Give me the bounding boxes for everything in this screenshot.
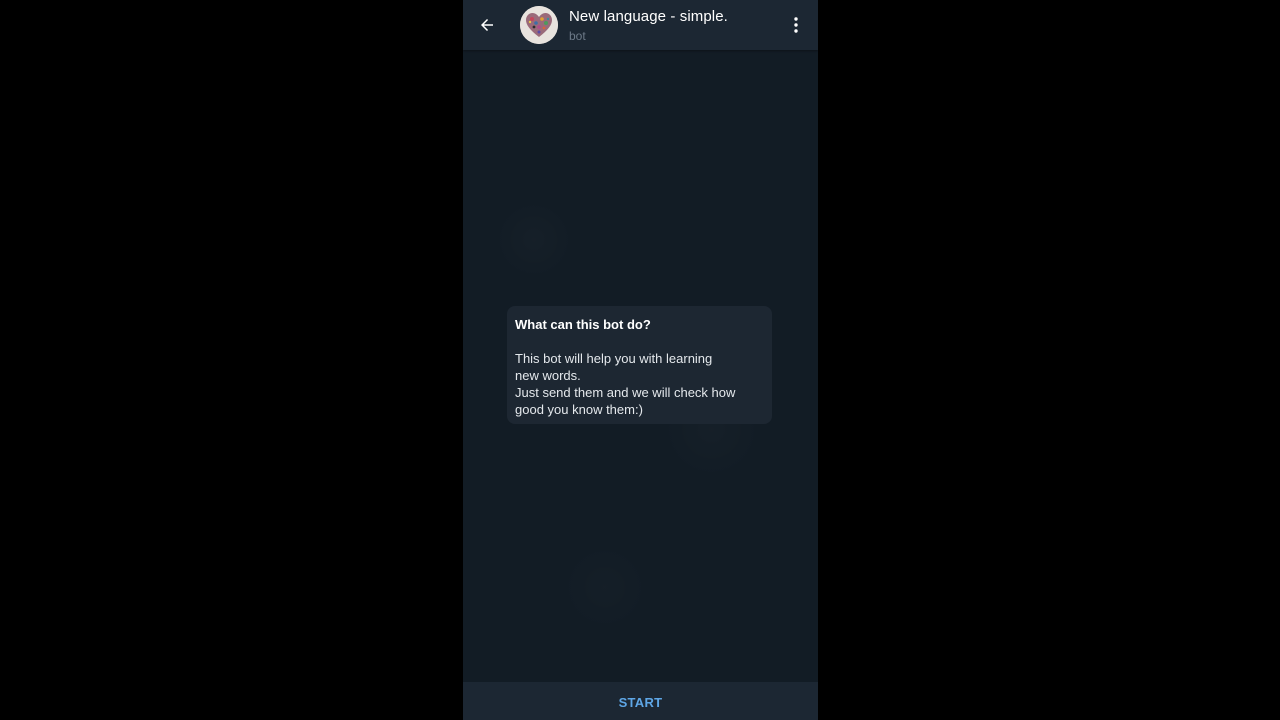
bot-info-card: What can this bot do? This bot will help… <box>507 306 772 424</box>
phone-screen: New language - simple. bot What can this… <box>463 0 818 720</box>
back-button[interactable] <box>475 13 499 37</box>
menu-button[interactable] <box>785 14 807 36</box>
chat-header: New language - simple. bot <box>463 0 818 50</box>
start-button-label: START <box>618 694 663 710</box>
start-button[interactable]: START <box>463 682 818 720</box>
bot-info-description: This bot will help you with learning new… <box>515 351 736 417</box>
heart-mosaic-icon <box>520 6 558 44</box>
arrow-left-icon <box>481 19 493 31</box>
chat-subtitle: bot <box>569 29 586 43</box>
chat-title[interactable]: New language - simple. <box>569 8 728 25</box>
bot-info-heading: What can this bot do? <box>515 317 651 332</box>
avatar[interactable] <box>520 6 558 44</box>
more-vertical-icon <box>794 17 798 33</box>
